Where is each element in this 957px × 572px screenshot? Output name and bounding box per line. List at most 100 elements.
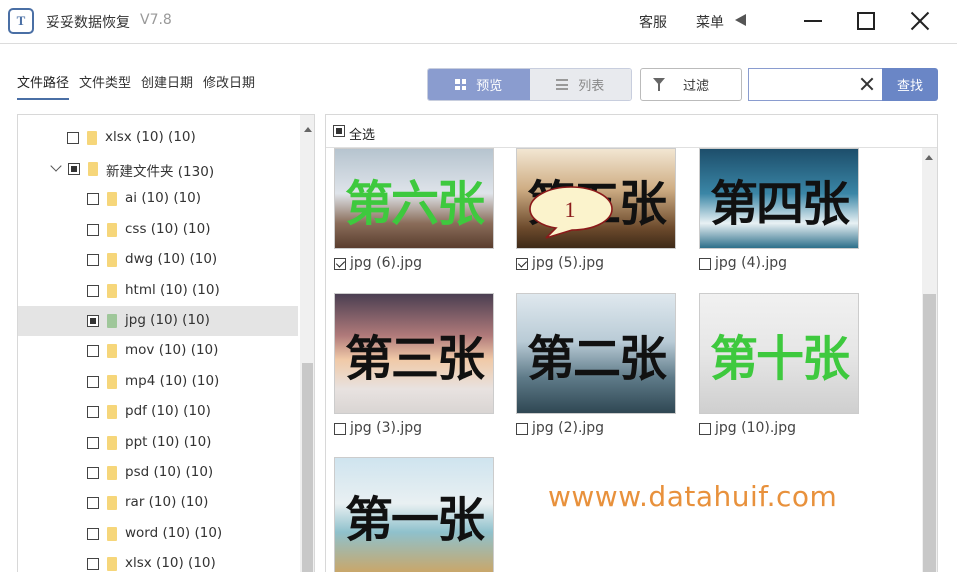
preview-view-button[interactable]: 预览	[428, 69, 530, 100]
tree-checkbox[interactable]	[87, 224, 99, 236]
close-button[interactable]	[909, 10, 931, 32]
folder-icon	[88, 162, 98, 176]
tree-label: xlsx (10) (10)	[105, 129, 196, 145]
thumbnail-text: 第二张	[526, 330, 667, 387]
tree-row[interactable]: dwg (10) (10)	[18, 245, 298, 275]
app-version: V7.8	[140, 12, 172, 28]
file-checkbox[interactable]	[699, 258, 711, 270]
image-thumbnail[interactable]: 第一张	[334, 457, 494, 572]
folder-icon	[107, 314, 117, 328]
search-input[interactable]	[749, 69, 849, 100]
image-thumbnail[interactable]: 第十张	[699, 293, 859, 414]
folder-icon	[107, 192, 117, 206]
scroll-up-icon[interactable]	[925, 155, 933, 160]
tree-checkbox[interactable]	[87, 254, 99, 266]
menu-triangle-icon[interactable]	[735, 14, 746, 26]
file-checkbox[interactable]	[334, 423, 346, 435]
grid-icon	[455, 79, 467, 90]
category-tabs: 文件路径 文件类型 创建日期 修改日期	[17, 72, 255, 100]
tree-checkbox[interactable]	[87, 315, 99, 327]
tree-row[interactable]: 新建文件夹 (130)	[18, 154, 298, 184]
image-thumbnail[interactable]: 第六张	[334, 148, 494, 249]
tree-label: word (10) (10)	[125, 525, 223, 541]
tree-row[interactable]: jpg (10) (10)	[18, 306, 298, 336]
tree-row[interactable]: css (10) (10)	[18, 215, 298, 245]
file-checkbox[interactable]	[516, 258, 528, 270]
tree-checkbox[interactable]	[87, 345, 99, 357]
tree-checkbox[interactable]	[68, 163, 80, 175]
folder-icon	[107, 496, 117, 510]
folder-icon	[107, 405, 117, 419]
tree-checkbox[interactable]	[87, 406, 99, 418]
tab-file-type[interactable]: 文件类型	[79, 72, 131, 91]
tree-label: jpg (10) (10)	[125, 312, 210, 328]
image-thumbnail[interactable]: 第五张	[516, 148, 676, 249]
tree-label: css (10) (10)	[125, 221, 211, 237]
customer-service-link[interactable]: 客服	[639, 12, 667, 32]
file-checkbox[interactable]	[334, 258, 346, 270]
scroll-thumb[interactable]	[923, 294, 936, 572]
chevron-down-icon[interactable]	[50, 160, 62, 172]
image-thumbnail[interactable]: 第四张	[699, 148, 859, 249]
file-checkbox[interactable]	[699, 423, 711, 435]
folder-icon	[107, 527, 117, 541]
folder-icon	[107, 466, 117, 480]
file-name: jpg (6).jpg	[350, 255, 423, 271]
tree-label: rar (10) (10)	[125, 494, 209, 510]
content-scrollbar[interactable]	[922, 148, 937, 572]
tree-checkbox[interactable]	[87, 285, 99, 297]
preview-label: 预览	[476, 79, 503, 94]
preview-panel: 全选 wwww.datahuif.com 第六张 jpg (6).jpg 第五张 jp…	[325, 114, 938, 572]
menu-link[interactable]: 菜单	[696, 12, 724, 32]
tree-row[interactable]: psd (10) (10)	[18, 458, 298, 488]
tab-created-date[interactable]: 创建日期	[141, 72, 193, 91]
scroll-up-icon[interactable]	[304, 127, 312, 132]
tree-row[interactable]: ppt (10) (10)	[18, 428, 298, 458]
folder-tree: xlsx (10) (10) 新建文件夹 (130) ai (10) (10) css…	[17, 114, 315, 572]
tree-checkbox[interactable]	[87, 376, 99, 388]
search-button[interactable]: 查找	[882, 68, 938, 101]
tree-checkbox[interactable]	[67, 132, 79, 144]
tree-row[interactable]: mp4 (10) (10)	[18, 367, 298, 397]
tree-label: pdf (10) (10)	[125, 403, 211, 419]
tree-label: mov (10) (10)	[125, 342, 219, 358]
tree-checkbox[interactable]	[87, 528, 99, 540]
tree-checkbox[interactable]	[87, 558, 99, 570]
app-window: T 妥妥数据恢复 V7.8 客服 菜单 文件路径 文件类型 创建日期 修改日期 …	[0, 0, 957, 572]
tree-checkbox[interactable]	[87, 467, 99, 479]
tree-row[interactable]: xlsx (10) (10)	[18, 549, 298, 572]
select-all-checkbox[interactable]	[333, 125, 345, 137]
tree-row[interactable]: word (10) (10)	[18, 519, 298, 549]
folder-icon	[107, 253, 117, 267]
folder-icon	[107, 557, 117, 571]
watermark: wwww.datahuif.com	[548, 480, 838, 513]
minimize-button[interactable]	[802, 10, 824, 32]
scroll-thumb[interactable]	[302, 363, 313, 572]
filter-button[interactable]: 过滤	[640, 68, 742, 101]
minimize-icon	[804, 20, 822, 22]
tree-row[interactable]: pdf (10) (10)	[18, 397, 298, 427]
tab-file-path[interactable]: 文件路径	[17, 72, 70, 100]
folder-icon	[87, 131, 97, 145]
tree-label: ai (10) (10)	[125, 190, 202, 206]
tree-label: html (10) (10)	[125, 282, 220, 298]
tree-row[interactable]: rar (10) (10)	[18, 488, 298, 518]
tree-row[interactable]: html (10) (10)	[18, 276, 298, 306]
list-view-button[interactable]: 列表	[529, 69, 631, 100]
clear-icon[interactable]	[859, 76, 875, 92]
tree-row[interactable]: mov (10) (10)	[18, 336, 298, 366]
tab-modified-date[interactable]: 修改日期	[203, 72, 255, 91]
thumbnail-text: 第六张	[344, 175, 485, 232]
image-thumbnail[interactable]: 第二张	[516, 293, 676, 414]
thumbnail-text: 第四张	[709, 175, 850, 232]
tree-label: ppt (10) (10)	[125, 434, 212, 450]
maximize-button[interactable]	[855, 10, 877, 32]
tree-checkbox[interactable]	[87, 437, 99, 449]
file-checkbox[interactable]	[516, 423, 528, 435]
tree-row[interactable]: ai (10) (10)	[18, 184, 298, 214]
tree-row[interactable]: xlsx (10) (10)	[18, 123, 298, 153]
tree-checkbox[interactable]	[87, 193, 99, 205]
tree-checkbox[interactable]	[87, 497, 99, 509]
tree-scrollbar[interactable]	[300, 115, 314, 572]
image-thumbnail[interactable]: 第三张	[334, 293, 494, 414]
